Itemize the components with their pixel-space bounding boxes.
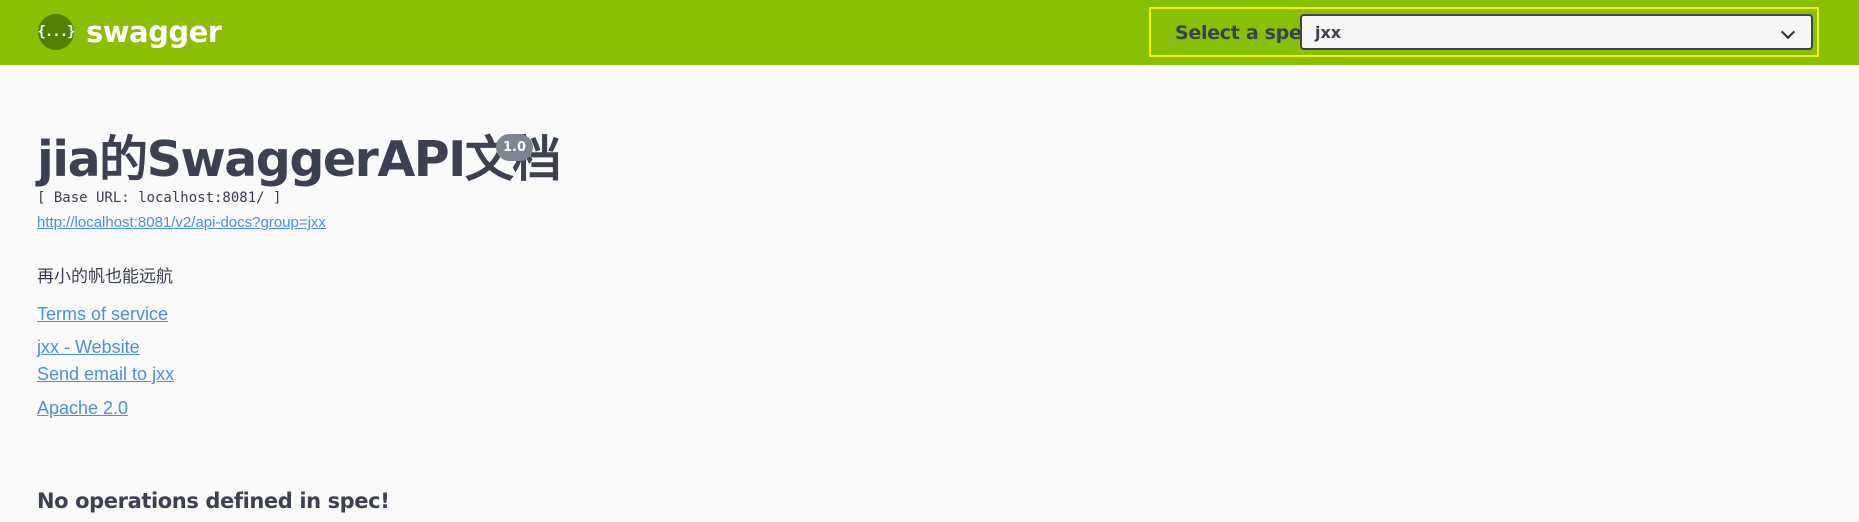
page-title: jia的SwaggerAPI文档 [37, 131, 561, 188]
swagger-logo-text: swagger [86, 15, 222, 49]
license-link[interactable]: Apache 2.0 [37, 398, 128, 419]
spec-select-dropdown[interactable]: jxx [1300, 14, 1813, 50]
api-description: 再小的帆也能远航 [37, 267, 173, 286]
terms-of-service-link[interactable]: Terms of service [37, 304, 168, 325]
contact-website-link[interactable]: jxx - Website [37, 337, 140, 358]
spec-selector: Select a spec jxx [1149, 7, 1819, 57]
version-badge: 1.0 [496, 134, 533, 161]
spec-select-value: jxx [1315, 23, 1342, 42]
topbar: {...} swagger Select a spec jxx [0, 0, 1859, 65]
swagger-logo[interactable]: {...} swagger [37, 14, 222, 50]
no-operations-message: No operations defined in spec! [37, 489, 390, 513]
swagger-logo-icon: {...} [37, 14, 76, 50]
chevron-down-icon [1780, 24, 1796, 40]
spec-select-label: Select a spec [1175, 22, 1313, 44]
base-url: [ Base URL: localhost:8081/ ] [37, 190, 282, 206]
api-docs-link[interactable]: http://localhost:8081/v2/api-docs?group=… [37, 214, 326, 231]
contact-email-link[interactable]: Send email to jxx [37, 364, 174, 385]
